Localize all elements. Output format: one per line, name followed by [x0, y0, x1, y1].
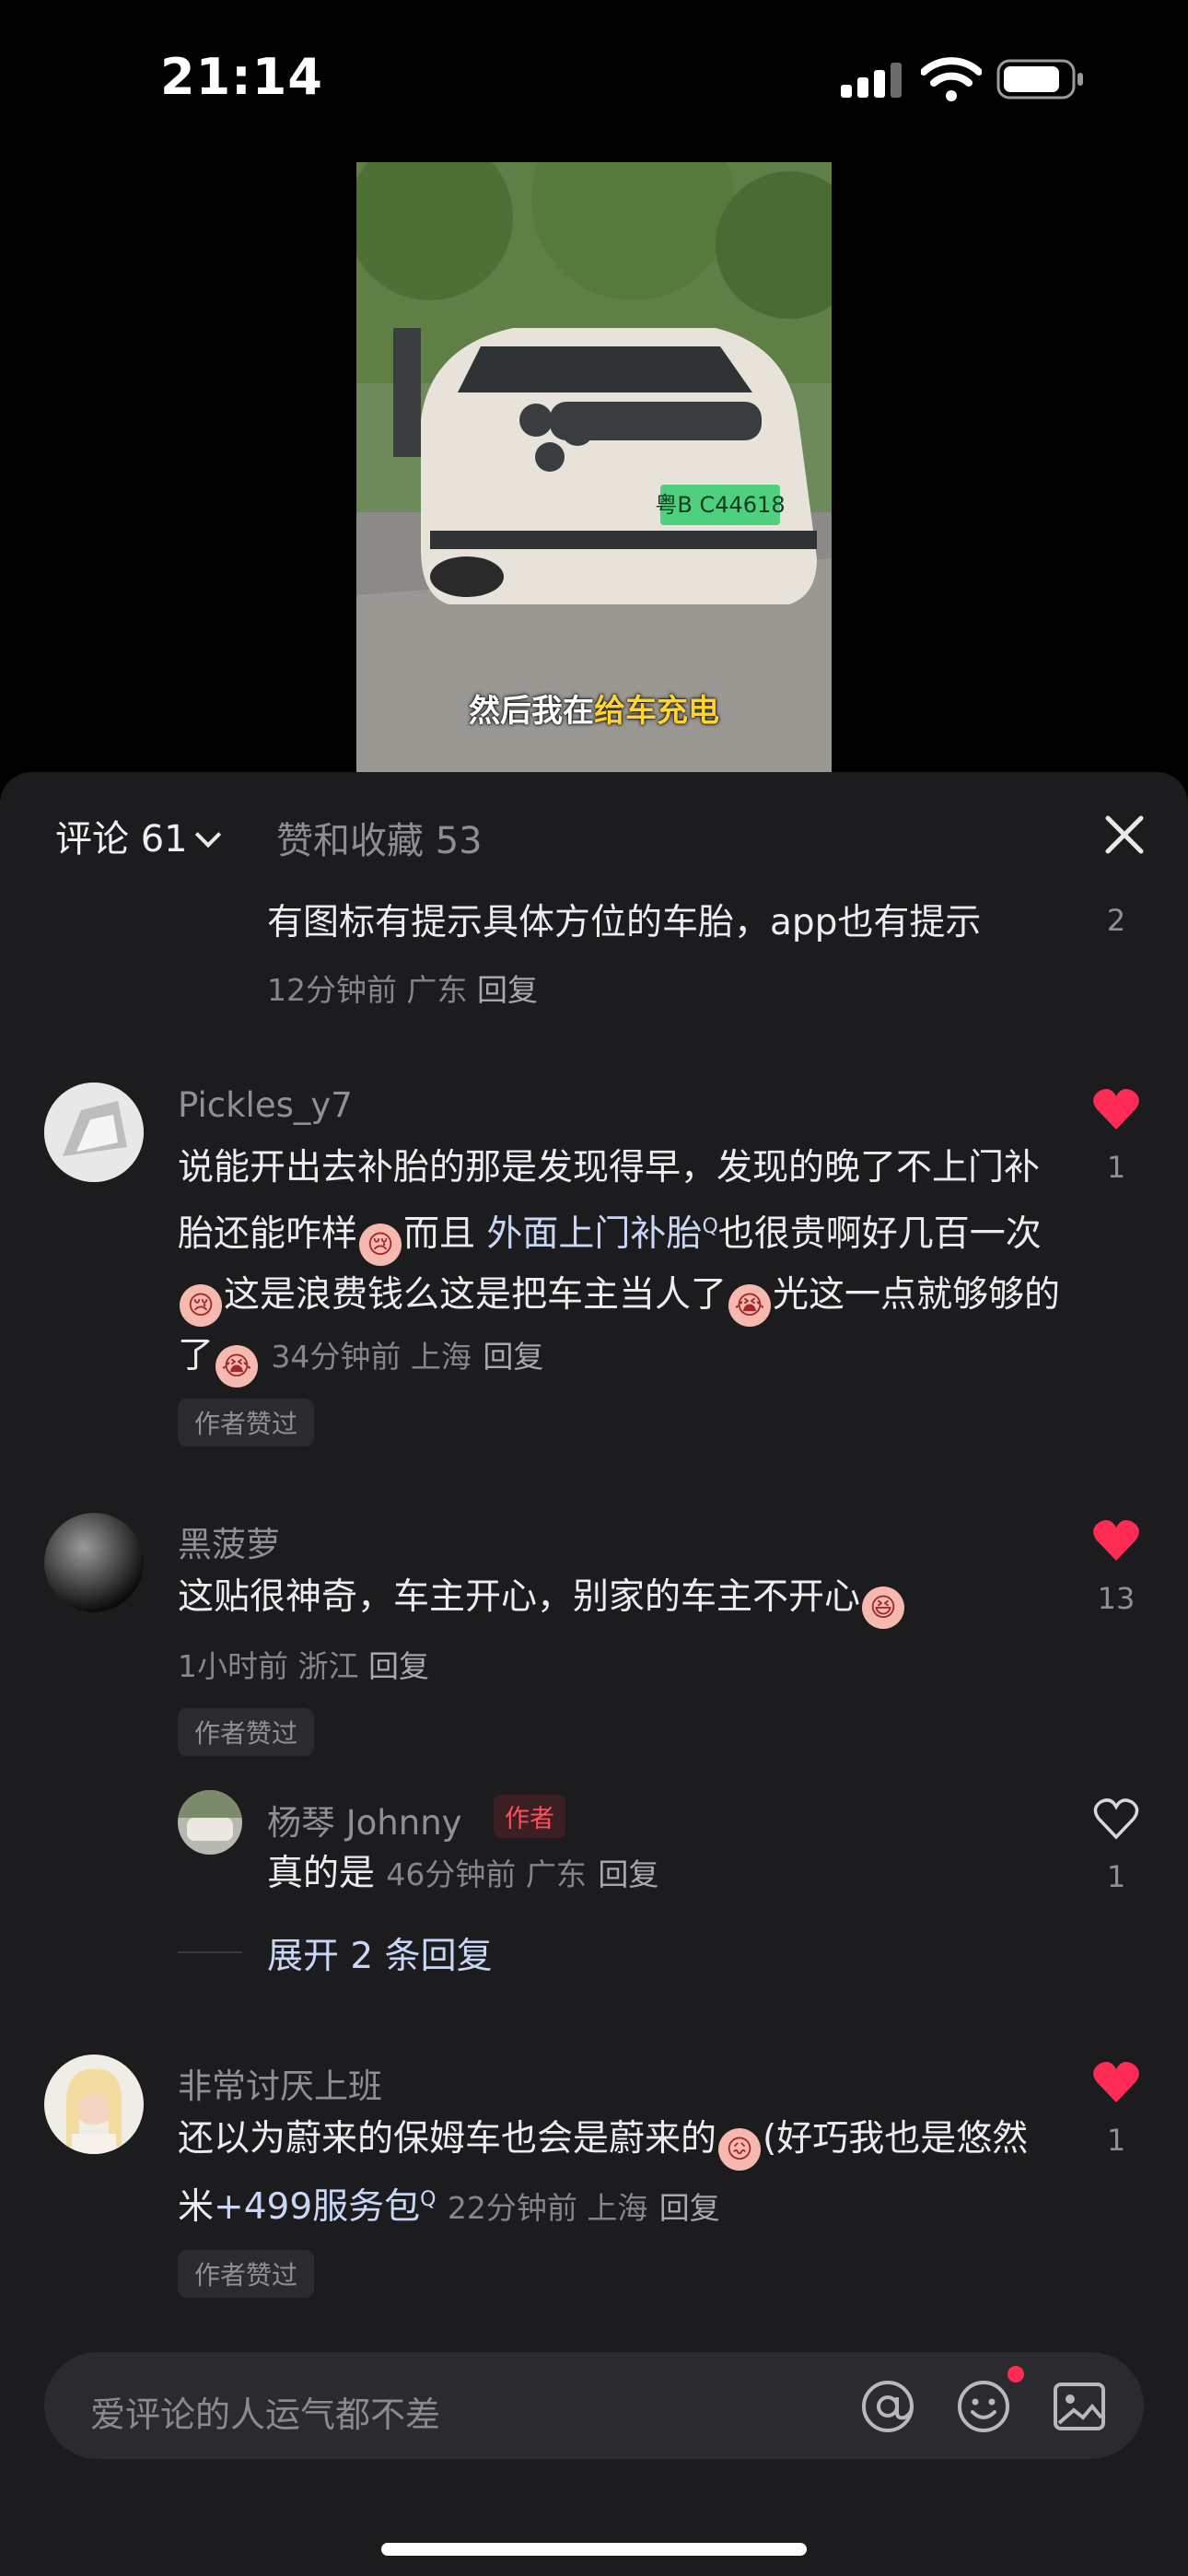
crying-emoji-icon: 😢 — [359, 1224, 402, 1266]
comment-meta: 22分钟前 上海 — [447, 2190, 648, 2226]
avatar[interactable] — [178, 1790, 242, 1855]
svg-text:粤B C44618: 粤B C44618 — [655, 492, 785, 518]
signal-icon — [841, 63, 902, 98]
tab-comments[interactable]: 评论 61 — [55, 809, 221, 862]
author-tag: 作者 — [494, 1795, 565, 1838]
home-indicator[interactable] — [381, 2543, 807, 2556]
wifi-icon — [921, 57, 982, 101]
search-small-icon: Q — [702, 1215, 718, 1238]
comment-text: 说能开出去补胎的那是发现得早，发现的晚了不上门补胎还能咋样 😢 而且 外面上门补胎Q… — [178, 1139, 1062, 1388]
search-link[interactable]: +499服务包 — [214, 2186, 420, 2228]
tears-emoji-icon: 😭 — [215, 1345, 259, 1388]
comment-meta: 34分钟前 上海 — [271, 1339, 472, 1375]
reply-button[interactable]: 回复 — [598, 1856, 658, 1892]
at-icon[interactable] — [858, 2377, 917, 2436]
expand-replies-button[interactable]: 展开 2 条回复 — [267, 1927, 493, 1979]
tears-emoji-icon: 😭 — [728, 1284, 772, 1327]
like-count: 1 — [1106, 2123, 1126, 2158]
like-count: 13 — [1097, 1581, 1136, 1616]
heart-icon[interactable] — [1092, 1087, 1140, 1131]
comment-username[interactable]: Pickles_y7 — [178, 1085, 353, 1125]
status-time: 21:14 — [160, 48, 323, 106]
like-count: 1 — [1106, 1859, 1126, 1894]
video-player[interactable]: 粤B C44618 然后我在给车充电 — [356, 162, 832, 772]
avatar[interactable] — [44, 1513, 144, 1612]
heart-icon[interactable] — [1092, 2060, 1140, 2104]
comment-meta: 12分钟前 广东 回复 — [267, 972, 538, 1008]
author-liked-badge: 作者赞过 — [178, 1708, 315, 1756]
comment-text: 还以为蔚来的保姆车也会是蔚来的 😖 (好巧我也是悠然米+499服务包Q 22分钟前 … — [178, 2118, 1029, 2228]
laugh-emoji-icon: 😆 — [862, 1587, 905, 1629]
expand-divider — [178, 1951, 242, 1953]
author-liked-badge: 作者赞过 — [178, 1399, 315, 1446]
search-link[interactable]: 外面上门补胎 — [486, 1213, 702, 1255]
video-frame: 粤B C44618 — [356, 162, 832, 772]
avatar[interactable] — [44, 2055, 144, 2154]
comment-input[interactable]: 爱评论的人运气都不差 — [90, 2386, 440, 2437]
reply-button[interactable]: 回复 — [368, 1648, 429, 1684]
comment-username[interactable]: 非常讨厌上班 — [178, 2058, 382, 2108]
search-small-icon: Q — [420, 2188, 437, 2211]
reply-button[interactable]: 回复 — [477, 972, 538, 1008]
avatar[interactable] — [44, 1083, 144, 1182]
comment-username[interactable]: 黑菠萝 — [178, 1516, 280, 1566]
tab-likes-favorites[interactable]: 赞和收藏 53 — [276, 811, 483, 864]
reply-button[interactable]: 回复 — [659, 2190, 720, 2226]
comment-text: 有图标有提示具体方位的车胎，app也有提示 — [267, 902, 982, 943]
comment-meta: 1小时前 浙江 回复 — [178, 1648, 429, 1684]
author-liked-badge: 作者赞过 — [178, 2250, 315, 2298]
heart-outline-icon[interactable] — [1092, 1797, 1140, 1841]
close-icon[interactable] — [1101, 811, 1148, 859]
image-icon[interactable] — [1050, 2377, 1109, 2436]
video-subtitle: 然后我在给车充电 — [469, 693, 719, 730]
crying-emoji-icon: 😢 — [180, 1284, 222, 1327]
battery-icon — [996, 59, 1083, 100]
face-emoji-icon: 😖 — [718, 2128, 762, 2171]
reply-text: 真的是 46分钟前 广东 回复 — [267, 1853, 659, 1894]
like-count: 1 — [1106, 1150, 1126, 1185]
reply-button[interactable]: 回复 — [483, 1339, 543, 1375]
reply-username[interactable]: 杨琴 Johnny — [267, 1795, 462, 1844]
heart-icon[interactable] — [1092, 1518, 1140, 1563]
emoji-icon[interactable] — [954, 2377, 1013, 2436]
comment-text: 这贴很神奇，车主开心，别家的车主不开心 😆 — [178, 1568, 906, 1629]
notification-dot — [1007, 2366, 1024, 2383]
chevron-down-icon — [194, 821, 221, 849]
like-count: 2 — [1106, 903, 1126, 938]
